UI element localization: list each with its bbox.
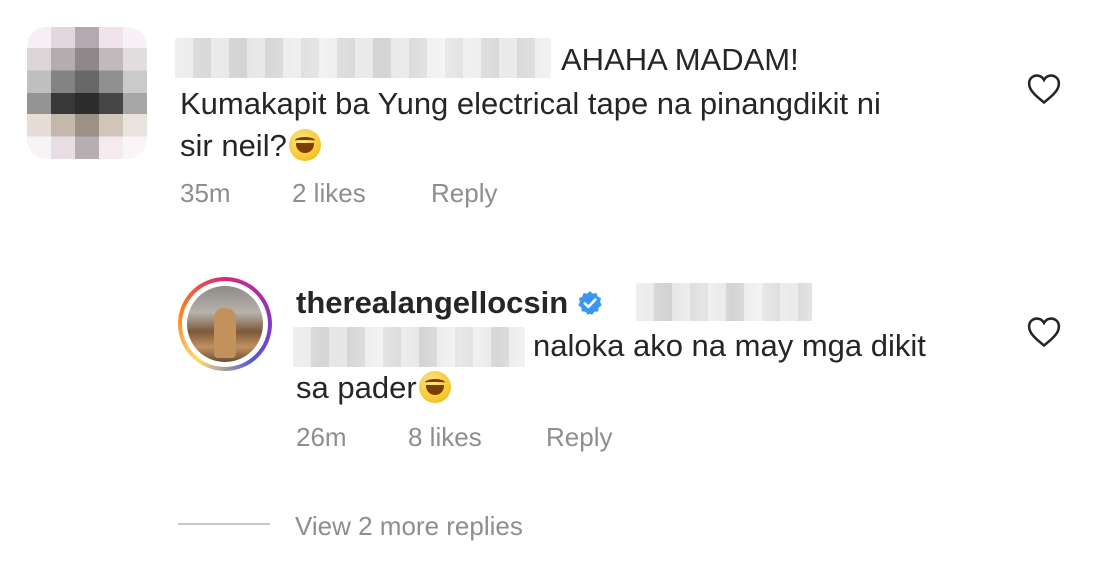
mentioned-username-blurred-1[interactable] xyxy=(636,283,812,321)
sweat-smile-emoji-icon xyxy=(418,371,451,403)
reply-like-heart-icon[interactable] xyxy=(1027,316,1061,348)
reply-body-line2: sa pader xyxy=(296,366,451,410)
view-more-replies-button[interactable]: View 2 more replies xyxy=(295,510,523,542)
reply-likes[interactable]: 8 likes xyxy=(408,421,482,453)
reply-username[interactable]: therealangellocsin xyxy=(296,285,568,320)
mentioned-username-blurred-2[interactable] xyxy=(293,327,525,367)
laughing-emoji-icon xyxy=(288,129,321,161)
reply-reply-button[interactable]: Reply xyxy=(546,421,612,453)
comment-body-line2-text: sir neil? xyxy=(180,128,287,163)
comment-body-line2: sir neil? xyxy=(180,124,321,168)
verified-badge-icon xyxy=(577,284,603,315)
reply-time[interactable]: 26m xyxy=(296,421,347,453)
comment-reply-button[interactable]: Reply xyxy=(431,177,497,209)
reply-avatar-photo xyxy=(187,286,263,362)
reply-body-line2-text: sa pader xyxy=(296,370,417,405)
comment-likes[interactable]: 2 likes xyxy=(292,177,366,209)
reply-username-row: therealangellocsin xyxy=(296,281,603,325)
like-heart-icon[interactable] xyxy=(1027,73,1061,105)
comment-body-line1: Kumakapit ba Yung electrical tape na pin… xyxy=(180,86,881,121)
reply-avatar-inner xyxy=(182,281,268,367)
comment-meta: 35m xyxy=(180,177,231,209)
replies-divider xyxy=(178,523,270,525)
reply-avatar[interactable] xyxy=(178,277,272,371)
reply-body-line1: naloka ako na may mga dikit xyxy=(533,328,926,363)
commenter-avatar-blurred[interactable] xyxy=(27,27,147,159)
username-blurred[interactable] xyxy=(175,38,551,78)
comment-mention-text: AHAHA MADAM! xyxy=(561,42,799,77)
comment-time[interactable]: 35m xyxy=(180,178,231,208)
